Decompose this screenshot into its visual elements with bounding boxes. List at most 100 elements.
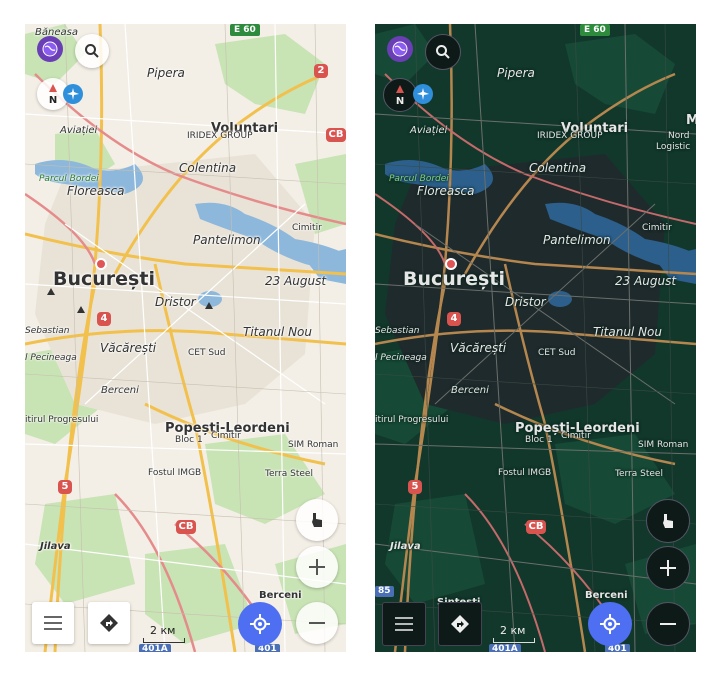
poi-label: Bloc 1 <box>175 435 203 445</box>
place-label: Berceni <box>451 385 489 396</box>
place-label: Văcărești <box>100 341 157 355</box>
poi-label: SIM Roman <box>638 440 689 450</box>
route-icon <box>100 614 118 632</box>
road-shield: 2 <box>314 64 328 78</box>
hand-icon <box>663 514 673 528</box>
poi-label: Terra Steel <box>615 469 663 479</box>
plus-icon <box>660 560 676 576</box>
place-label: 23 August <box>265 274 327 288</box>
svg-text:N: N <box>49 95 57 106</box>
globe-button[interactable] <box>37 36 63 62</box>
place-label: Berceni <box>585 590 628 601</box>
poi-label: Fostul IMGB <box>498 468 552 478</box>
light-map-panel[interactable]: Băneasa Pipera Voluntari IRIDEX GROUP Av… <box>25 24 346 652</box>
place-label: Berceni <box>101 385 139 396</box>
poi-label: Nord <box>668 131 690 141</box>
place-label: l Pecineaga <box>375 353 427 363</box>
city-label: București <box>403 268 505 290</box>
route-button[interactable] <box>438 602 482 646</box>
road-shield: 4 <box>447 312 461 326</box>
road-shield: CB <box>326 128 346 142</box>
my-location-button[interactable] <box>588 602 632 646</box>
place-label: Jilava <box>40 541 71 552</box>
poi-label: Fostul IMGB <box>148 468 202 478</box>
place-label: Floreasca <box>67 184 125 198</box>
menu-icon <box>395 617 413 631</box>
place-label: Băneasa <box>35 27 78 38</box>
hand-button[interactable] <box>646 499 690 543</box>
place-label: Văcărești <box>450 341 507 355</box>
poi-label: Cimitir <box>561 431 591 441</box>
menu-button[interactable] <box>32 602 74 644</box>
place-label: Pipera <box>147 66 185 80</box>
poi-label: IRIDEX GROUP <box>537 131 603 141</box>
peak-icon <box>47 288 55 295</box>
place-label: Sebastian <box>375 326 420 336</box>
place-label: Titanul Nou <box>593 325 663 339</box>
scale-label: 2 км <box>150 624 176 637</box>
search-icon <box>85 44 99 58</box>
hand-icon <box>312 513 322 527</box>
zoom-out-button[interactable] <box>296 602 338 644</box>
plus-icon <box>309 559 325 575</box>
poi-label: itirul Progresului <box>375 415 449 425</box>
route-icon <box>451 615 469 633</box>
scale-bar <box>143 638 185 643</box>
place-label: 23 August <box>615 274 677 288</box>
peak-icon <box>205 302 213 309</box>
poi-label: itirul Progresului <box>25 415 99 425</box>
road-shield: CB <box>526 520 546 534</box>
hand-button[interactable] <box>296 499 338 541</box>
search-icon <box>436 45 450 59</box>
poi-label: Bloc 1 <box>525 435 553 445</box>
place-label: Pantelimon <box>193 233 261 247</box>
poi-label: Cimitir <box>292 223 322 233</box>
poi-label: IRIDEX GROUP <box>187 131 253 141</box>
poi-label: Cimitir <box>642 223 672 233</box>
poi-label: Logistic <box>656 142 691 152</box>
airplane-indicator[interactable] <box>413 84 433 104</box>
road-shield-e60: E 60 <box>580 24 610 36</box>
globe-icon <box>392 41 408 57</box>
airplane-icon <box>417 88 429 100</box>
place-label: Titanul Nou <box>243 325 313 339</box>
route-button[interactable] <box>88 602 130 644</box>
place-label: Aviației <box>410 125 448 136</box>
road-shield: 4 <box>97 312 111 326</box>
place-label: Pantelimon <box>543 233 611 247</box>
zoom-out-button[interactable] <box>646 602 690 646</box>
menu-button[interactable] <box>382 602 426 646</box>
globe-button[interactable] <box>387 36 413 62</box>
place-label: l Pecineaga <box>25 353 77 363</box>
place-label: Dristor <box>505 295 546 309</box>
place-label: Berceni <box>259 590 302 601</box>
globe-icon <box>42 41 58 57</box>
compass-button[interactable]: N <box>383 78 417 112</box>
my-location-icon <box>600 614 620 634</box>
road-shield: 5 <box>408 480 422 494</box>
poi-label: Cimitir <box>211 431 241 441</box>
road-shield: 401A <box>489 644 521 652</box>
my-location-button[interactable] <box>238 602 282 646</box>
scale-label: 2 км <box>500 624 526 637</box>
poi-label: CET Sud <box>538 348 576 358</box>
zoom-in-button[interactable] <box>296 546 338 588</box>
compass-icon: N <box>49 84 57 106</box>
place-label: Colentina <box>179 161 237 175</box>
scale-bar <box>493 638 535 643</box>
minus-icon <box>309 622 325 624</box>
zoom-in-button[interactable] <box>646 546 690 590</box>
search-button[interactable] <box>75 34 109 68</box>
svg-text:N: N <box>396 96 404 107</box>
search-button[interactable] <box>425 34 461 70</box>
city-center-marker <box>445 258 457 270</box>
dark-map-panel[interactable]: Pipera Voluntari IRIDEX GROUP M Nord Log… <box>375 24 696 652</box>
park-label: Parcul Bordei <box>39 174 99 184</box>
road-shield-e60: E 60 <box>230 24 260 36</box>
minus-icon <box>660 623 676 625</box>
road-shield: 5 <box>58 480 72 494</box>
city-label: București <box>53 268 155 290</box>
airplane-indicator[interactable] <box>63 84 83 104</box>
peak-icon <box>77 306 85 313</box>
place-label: Colentina <box>529 161 587 175</box>
